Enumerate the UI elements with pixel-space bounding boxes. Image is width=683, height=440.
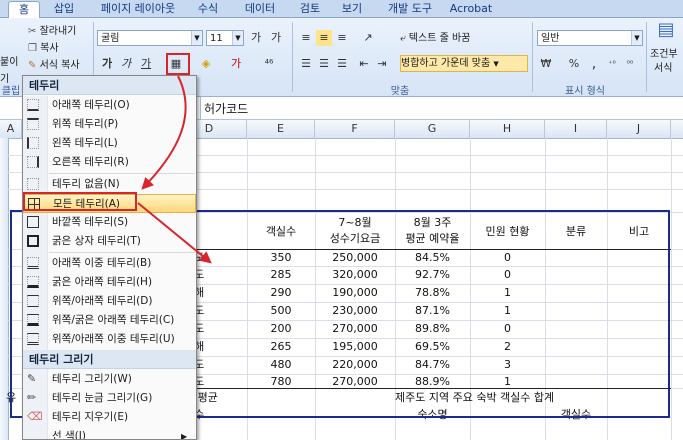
arrow-to-table	[137, 202, 212, 264]
annotation-arrows	[137, 75, 212, 264]
arrow-to-menu-item	[141, 75, 187, 190]
